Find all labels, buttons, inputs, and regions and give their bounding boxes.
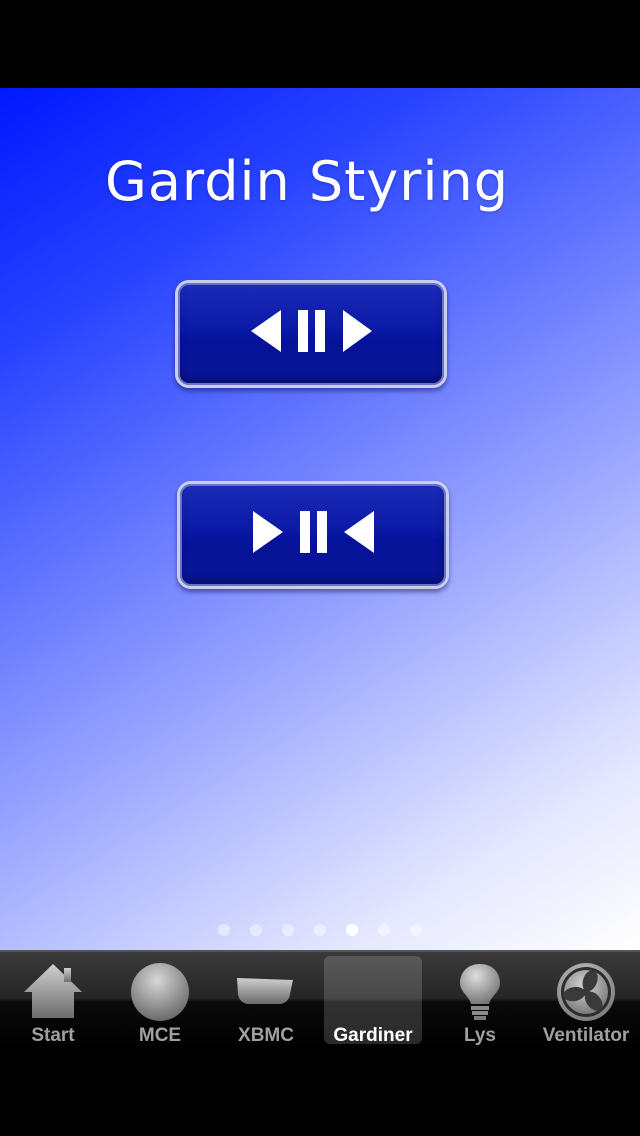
light-bulb-icon [460, 964, 500, 1020]
page-dot[interactable] [250, 924, 262, 936]
home-icon [24, 964, 82, 1018]
circle-icon [131, 963, 189, 1021]
page-dot[interactable] [410, 924, 422, 936]
tab-start[interactable]: Start [4, 956, 102, 1046]
tab-label: Lys [463, 1025, 497, 1046]
home-indicator-area [0, 1048, 640, 1136]
page-dot[interactable] [218, 924, 230, 936]
tab-label: Start [31, 1025, 75, 1046]
tab-label: MCE [138, 1025, 182, 1046]
app-screen: Gardin Styring Start MCE XBMC Gardiner L… [0, 0, 640, 1136]
page-dot[interactable] [378, 924, 390, 936]
tab-bar: Start MCE XBMC Gardiner Lys Ventilator [0, 950, 640, 1048]
curtain-open-icon [251, 310, 372, 352]
curtain-control-panel: Gardin Styring [0, 88, 640, 950]
tab-xbmc[interactable]: XBMC [217, 956, 315, 1046]
page-dot-current[interactable] [346, 924, 358, 936]
curtains-icon [324, 958, 422, 1022]
page-indicator[interactable] [0, 924, 640, 938]
page-dot[interactable] [314, 924, 326, 936]
fan-icon [557, 963, 615, 1021]
tab-label: Gardiner [333, 1025, 413, 1046]
tab-lys[interactable]: Lys [431, 956, 529, 1046]
curtain-close-button[interactable] [177, 481, 449, 589]
curtain-close-icon [253, 511, 374, 553]
tab-mce[interactable]: MCE [111, 956, 209, 1046]
tab-gardiner[interactable]: Gardiner [324, 956, 422, 1046]
status-bar [0, 0, 640, 88]
curtain-open-button[interactable] [175, 280, 447, 388]
tab-label: Ventilator [542, 1025, 630, 1046]
tab-ventilator[interactable]: Ventilator [537, 956, 635, 1046]
tab-label: XBMC [238, 1025, 294, 1046]
xbmc-icon [237, 978, 293, 1004]
page-dot[interactable] [282, 924, 294, 936]
page-title: Gardin Styring [105, 150, 509, 213]
